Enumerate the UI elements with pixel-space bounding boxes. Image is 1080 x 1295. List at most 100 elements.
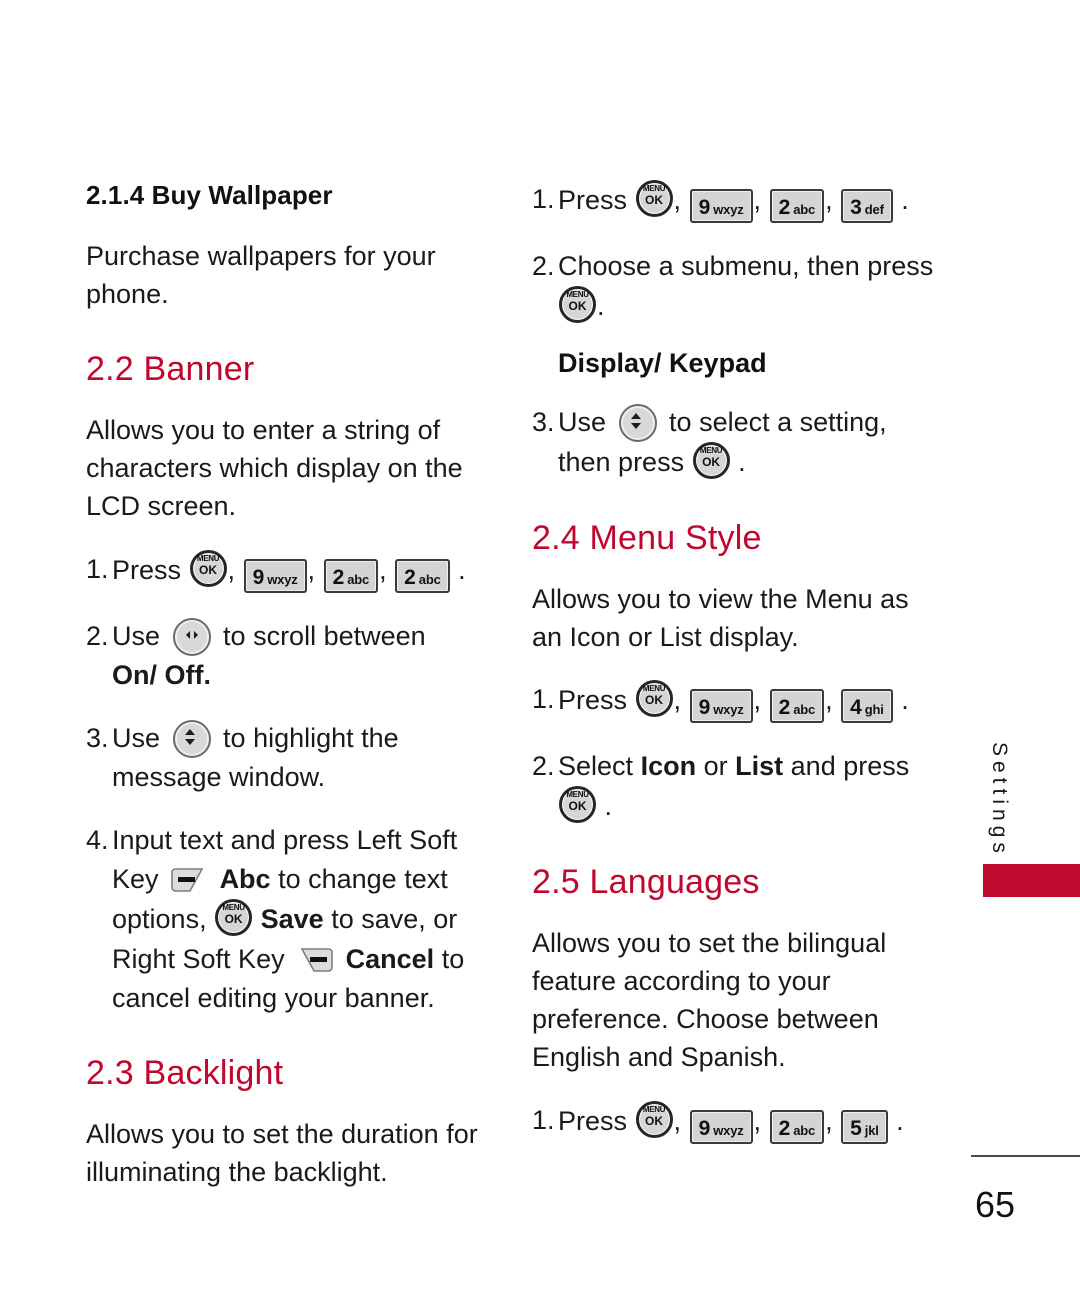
menu-ok-ok-text: OK — [702, 455, 721, 470]
step-body: Press MENU OK , 9 wxyz , 2 abc , 4 ghi . — [558, 680, 937, 724]
step-text: to scroll between — [223, 620, 426, 651]
step-number: 3. — [532, 407, 555, 438]
key-letters: abc — [418, 571, 441, 587]
comma: , — [825, 685, 833, 716]
key-letters: wxyz — [713, 702, 744, 718]
key-digit: 9 — [698, 696, 711, 720]
section-heading-menu-style: 2.4 Menu Style — [532, 518, 762, 557]
key-2-abc-icon: 2 abc — [395, 558, 450, 593]
step-body: Use to highlight the message window. — [112, 719, 486, 797]
key-letters: wxyz — [713, 1122, 744, 1138]
step-lead-text: Press — [558, 185, 628, 215]
right-column: 1. Press MENU OK , 9 wxyz , 2 abc , 3 def . — [532, 180, 937, 1144]
key-digit: 9 — [252, 565, 265, 589]
backlight-step-2: 2. Choose a submenu, then press MENU OK … — [532, 247, 937, 326]
key-letters: wxyz — [267, 571, 298, 587]
menu-ok-icon: MENU OK — [635, 180, 673, 217]
step-lead-text: Use — [112, 722, 161, 753]
comma: , — [673, 1105, 682, 1136]
key-digit: 3 — [850, 196, 862, 219]
section-heading-languages: 2.5 Languages — [532, 862, 760, 901]
step-number: 2. — [532, 251, 555, 281]
step-body: Use to scroll between On/ Off. — [112, 617, 486, 695]
key-3-def-icon: 3 def — [841, 189, 893, 223]
step-body: Press MENU OK , 9 wxyz , 2 abc , 2 abc . — [112, 549, 486, 593]
step-number: 1. — [532, 184, 555, 214]
key-digit: 9 — [698, 1116, 711, 1140]
key-digit: 5 — [850, 1116, 862, 1140]
key-digit: 2 — [332, 565, 345, 589]
nav-up-down-icon — [618, 404, 657, 443]
key-2-abc-icon: 2 abc — [323, 558, 379, 593]
side-tab-marker — [983, 864, 1080, 897]
menu-style-step-1: 1. Press MENU OK , 9 wxyz , 2 abc , 4 ghi . — [532, 680, 937, 724]
menu-ok-icon: MENU OK — [559, 786, 596, 824]
menu-ok-ok-text: OK — [645, 693, 664, 708]
heading-display-keypad: Display/ Keypad — [558, 348, 767, 379]
backlight-step-3: 3. Use to select a setting, then press M… — [532, 403, 937, 482]
key-2-abc-icon: 2 abc — [769, 1109, 825, 1144]
key-digit: 2 — [778, 1116, 791, 1140]
step-number: 1. — [532, 684, 555, 715]
key-digit: 2 — [404, 565, 416, 589]
period: . — [604, 791, 613, 822]
step-lead-text: Press — [558, 685, 628, 716]
comma: , — [307, 554, 316, 585]
icon-option-label: Icon — [640, 751, 697, 782]
step-body: Press MENU OK , 9 wxyz , 2 abc , 3 def . — [558, 180, 937, 223]
banner-step-2: 2. Use to scroll between On/ Off. — [86, 617, 486, 695]
period: . — [896, 1105, 904, 1136]
step-body: Press MENU OK , 9 wxyz , 2 abc , 5 jkl . — [558, 1100, 937, 1144]
step-mid-text: or — [703, 751, 728, 782]
comma: , — [825, 185, 833, 215]
menu-ok-icon: MENU OK — [559, 286, 596, 324]
step-lead-text: Press — [558, 1105, 628, 1136]
languages-step-1: 1. Press MENU OK , 9 wxyz , 2 abc , 5 jkl . — [532, 1100, 937, 1144]
step-body: Select Icon or List and press MENU OK . — [558, 747, 937, 826]
menu-ok-ok-text: OK — [199, 562, 218, 577]
menu-ok-menu-text: MENU — [699, 446, 723, 456]
comma: , — [673, 185, 682, 215]
comma: , — [227, 554, 236, 585]
section-heading-banner: 2.2 Banner — [86, 349, 255, 388]
menu-ok-menu-text: MENU — [566, 290, 589, 300]
section-heading-backlight: 2.3 Backlight — [86, 1053, 284, 1092]
step-body: Use to select a setting, then press MENU… — [558, 403, 937, 482]
key-letters: ghi — [864, 702, 884, 718]
step-post-text: and press — [790, 751, 910, 782]
banner-step-3: 3. Use to highlight the message window. — [86, 719, 486, 797]
step-number: 1. — [532, 1104, 555, 1135]
on-off-option-label: On/ Off. — [112, 659, 211, 690]
step-body: Input text and press Left Soft Key Abc t… — [112, 821, 486, 1018]
step-lead-text: Press — [112, 554, 182, 585]
menu-ok-ok-text: OK — [645, 193, 664, 207]
save-label: Save — [260, 904, 324, 935]
manual-page: 2.1.4 Buy Wallpaper Purchase wallpapers … — [0, 0, 1080, 1295]
step-number: 4. — [86, 825, 109, 856]
list-option-label: List — [735, 751, 784, 782]
key-2-abc-icon: 2 abc — [769, 689, 825, 724]
key-9-wxyz-icon: 9 wxyz — [689, 189, 753, 223]
abc-label: Abc — [219, 864, 271, 895]
nav-up-down-icon — [172, 719, 211, 758]
footer-divider — [971, 1155, 1080, 1157]
languages-description: Allows you to set the bilingual feature … — [532, 927, 887, 1073]
step-number: 2. — [532, 751, 555, 782]
comma: , — [753, 1105, 762, 1136]
comma: , — [753, 185, 762, 215]
key-5-jkl-icon: 5 jkl — [841, 1109, 888, 1144]
step-number: 2. — [86, 620, 109, 651]
menu-ok-ok-text: OK — [224, 912, 243, 927]
menu-ok-ok-text: OK — [568, 799, 587, 814]
period: . — [901, 185, 909, 215]
backlight-step-1: 1. Press MENU OK , 9 wxyz , 2 abc , 3 def . — [532, 180, 937, 223]
page-number: 65 — [974, 1184, 1016, 1225]
menu-ok-icon: MENU OK — [635, 680, 673, 718]
period: . — [458, 554, 466, 585]
comma: , — [673, 685, 682, 716]
menu-ok-icon: MENU OK — [189, 549, 227, 587]
period: . — [738, 447, 746, 478]
key-letters: abc — [793, 1122, 816, 1138]
key-letters: abc — [793, 202, 816, 217]
side-tab-chapter-label: Settings — [988, 742, 1011, 858]
